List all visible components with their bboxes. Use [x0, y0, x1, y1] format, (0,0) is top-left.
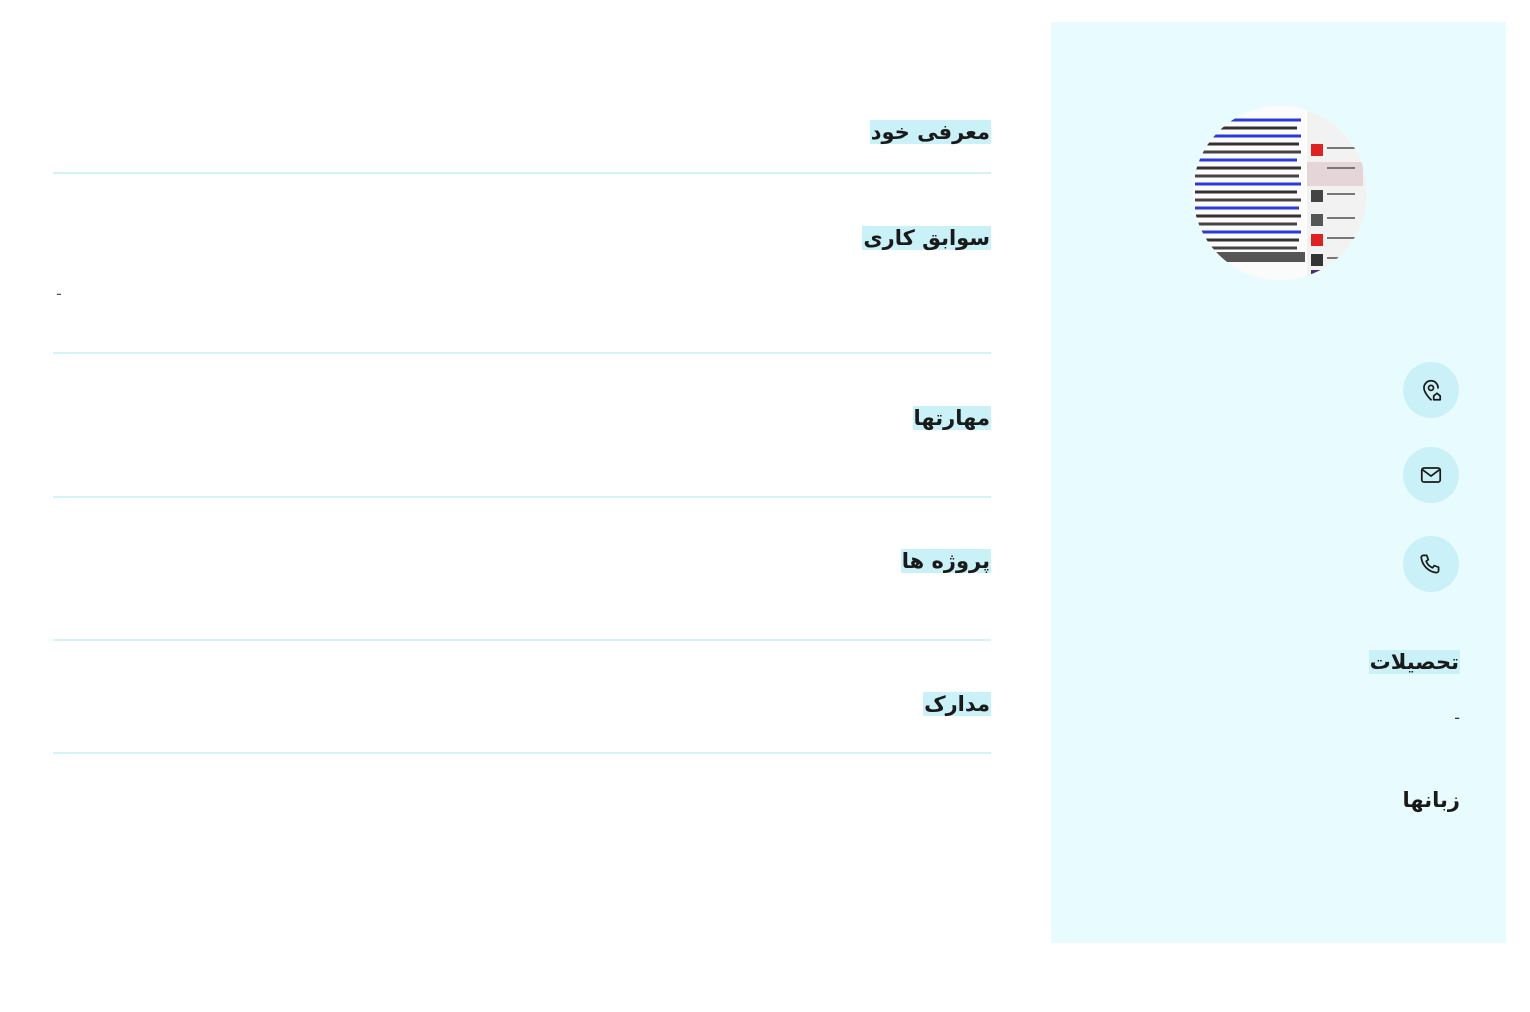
profile-sidebar: تحصیلات - زبانها	[1051, 22, 1506, 943]
section-title-work-experience: سوابق کاری	[862, 226, 991, 250]
section-title-about: معرفی خود	[869, 120, 991, 144]
divider	[53, 752, 991, 754]
avatar	[1193, 106, 1367, 280]
section-title-skills: مهارتها	[912, 406, 991, 430]
mail-icon[interactable]	[1403, 447, 1459, 503]
section-title-projects: پروژه ها	[900, 549, 991, 573]
resume-page: معرفی خود سوابق کاری - مهارتها پروژه ها …	[0, 0, 1530, 1012]
location-home-icon[interactable]	[1403, 362, 1459, 418]
divider	[53, 172, 991, 174]
work-experience-value: -	[56, 284, 62, 303]
divider	[53, 639, 991, 641]
education-title: تحصیلات	[1368, 650, 1460, 674]
divider	[53, 496, 991, 498]
avatar-image	[1193, 106, 1367, 280]
section-title-certificates: مدارک	[923, 692, 991, 716]
phone-icon[interactable]	[1403, 536, 1459, 592]
education-value: -	[1454, 708, 1460, 727]
languages-title: زبانها	[1402, 788, 1461, 812]
divider	[53, 352, 991, 354]
